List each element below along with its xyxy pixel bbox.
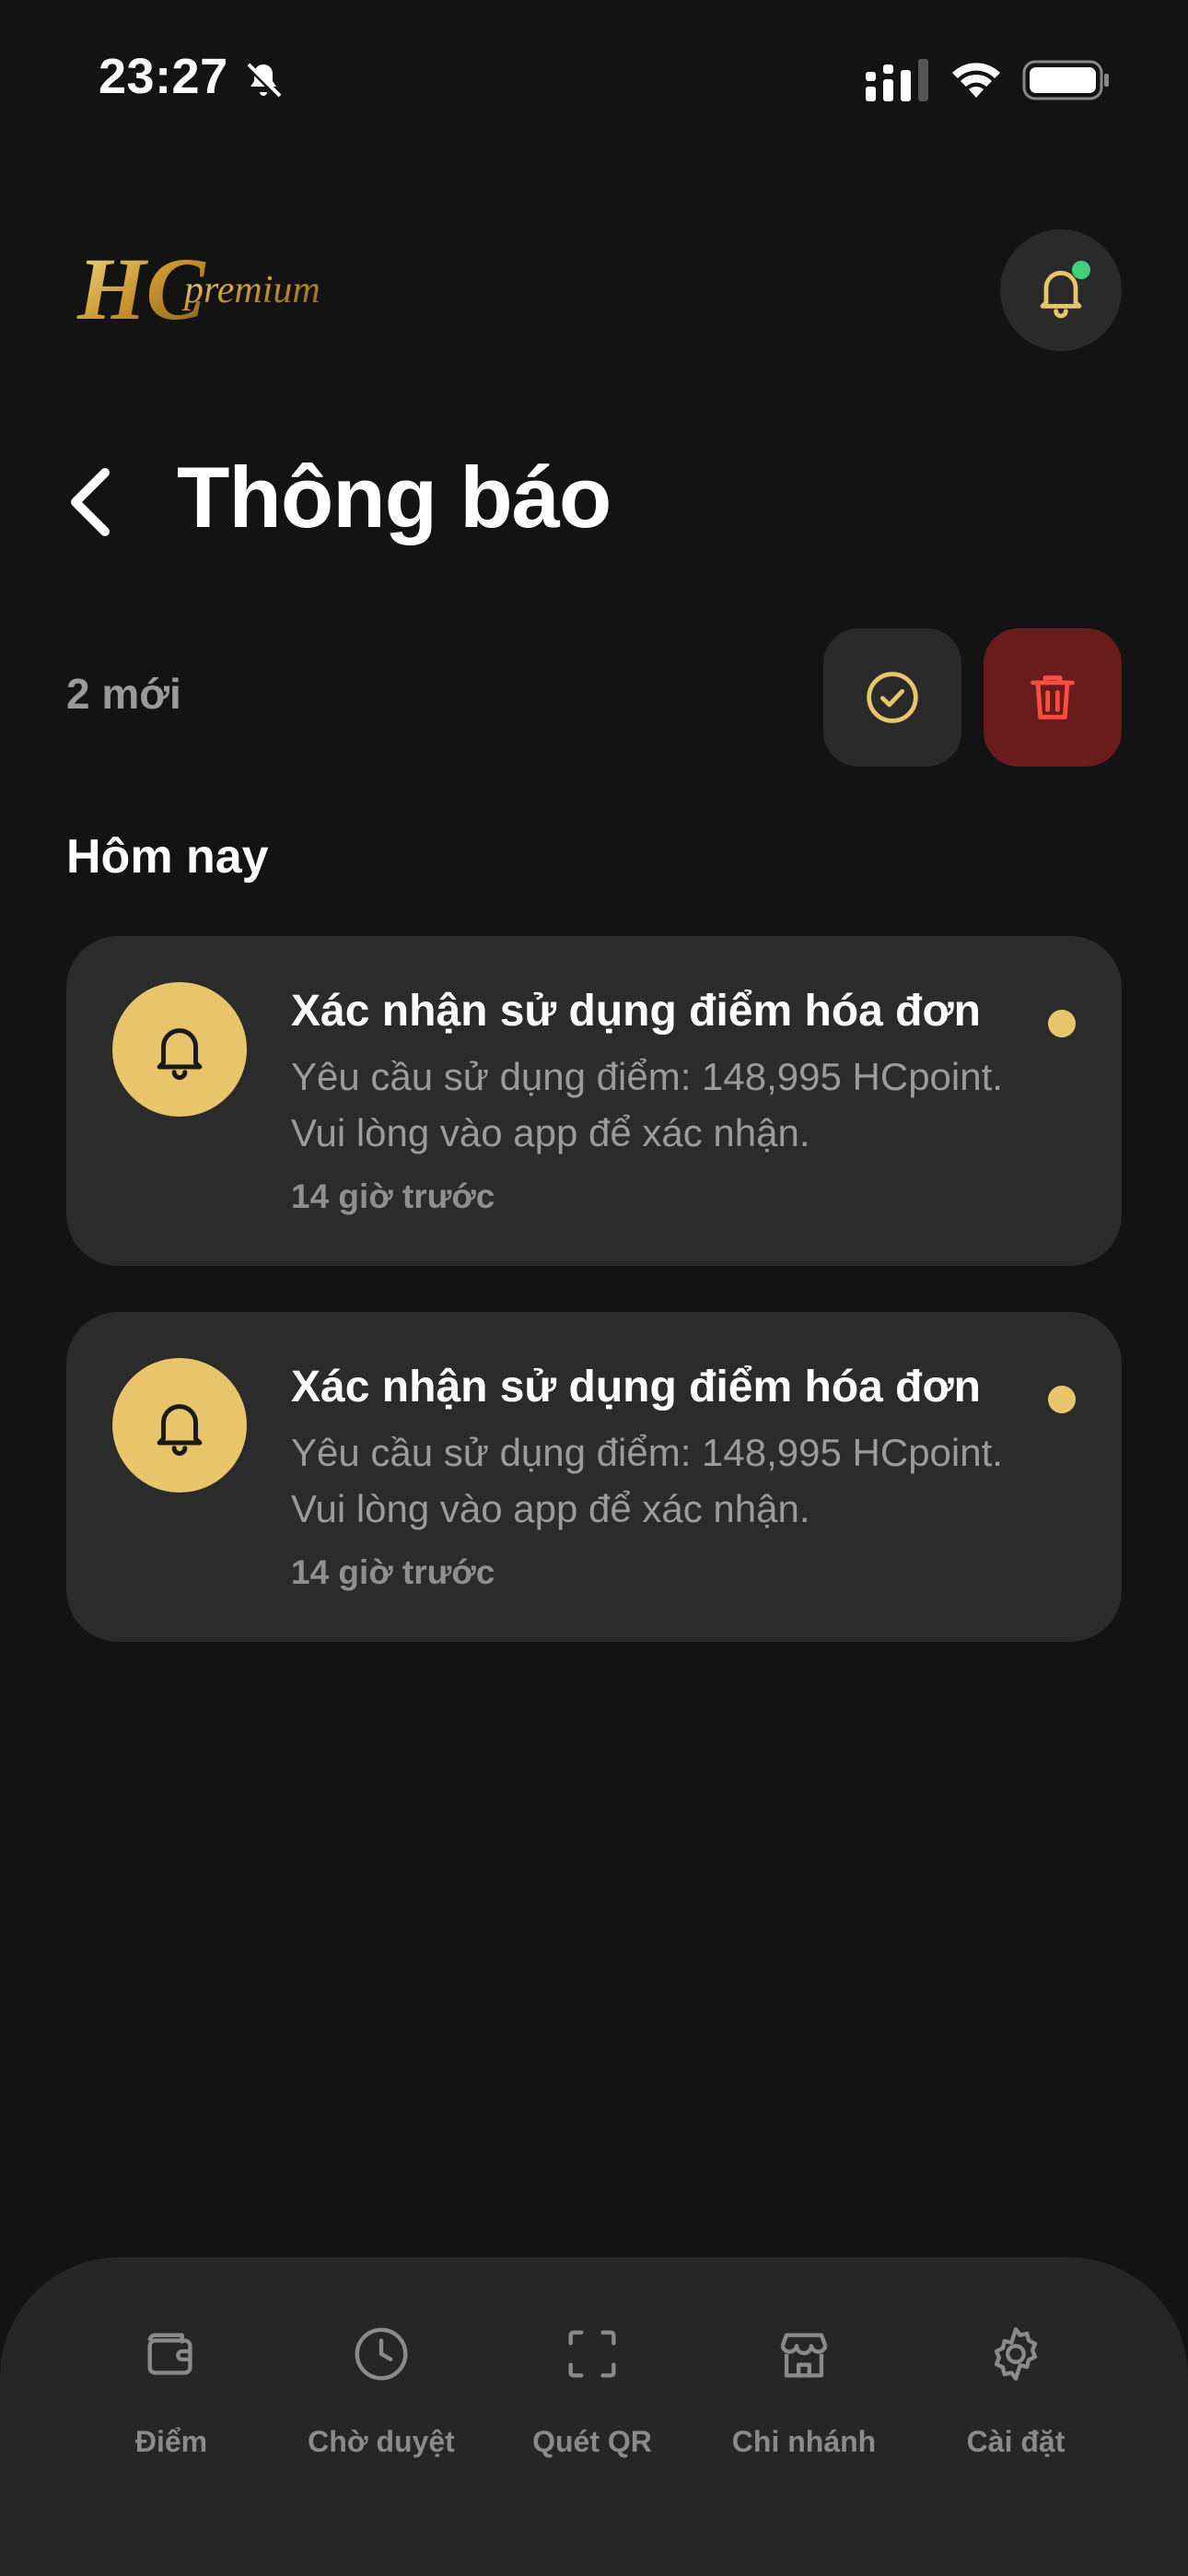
- delete-all-button[interactable]: [984, 628, 1122, 767]
- unread-dot: [1048, 1010, 1076, 1037]
- chevron-left-icon: [71, 468, 110, 536]
- bell-icon: [157, 1028, 203, 1081]
- bell-icon: [157, 1404, 203, 1457]
- status-time: 23:27: [99, 49, 228, 104]
- notification-card[interactable]: Xác nhận sử dụng điểm hóa đơn Yêu cầu sử…: [66, 1312, 1122, 1642]
- notification-title: Xác nhận sử dụng điểm hóa đơn: [291, 987, 981, 1036]
- hc-premium-logo: HC premium: [76, 240, 320, 338]
- nav-label: Chi nhánh: [731, 2425, 877, 2458]
- notification-icon-circle: [112, 1358, 247, 1493]
- nav-label: Quét QR: [532, 2425, 652, 2458]
- mute-bell-icon: [244, 62, 283, 100]
- nav-label: Chờ duyệt: [308, 2425, 455, 2458]
- nav-label: Điểm: [134, 2425, 208, 2458]
- notification-body: Yêu cầu sử dụng điểm: 148,995 HCpoint. V…: [291, 1431, 1003, 1530]
- svg-text:premium: premium: [181, 269, 320, 311]
- nav-item-points[interactable]: Điểm: [65, 2322, 277, 2459]
- notification-icon-circle: [112, 982, 247, 1117]
- unread-dot: [1048, 1386, 1076, 1413]
- scan-icon: [568, 2330, 616, 2378]
- nav-label: Cài đặt: [966, 2425, 1066, 2458]
- wifi-icon: [952, 63, 1000, 98]
- notification-bell-button[interactable]: [1000, 229, 1122, 351]
- trash-icon: [1031, 675, 1075, 720]
- online-indicator-dot: [1072, 261, 1090, 279]
- nav-item-branches[interactable]: Chi nhánh: [698, 2322, 910, 2459]
- new-count-label: 2 mới: [66, 670, 181, 718]
- notification-time: 14 giờ trước: [291, 1553, 495, 1591]
- notification-body: Yêu cầu sử dụng điểm: 148,995 HCpoint. V…: [291, 1055, 1003, 1154]
- nav-item-settings[interactable]: Cài đặt: [910, 2322, 1122, 2459]
- gear-icon: [994, 2326, 1038, 2382]
- wallet-icon: [147, 2333, 192, 2375]
- page-title: Thông báo: [177, 449, 611, 545]
- check-circle-icon: [867, 672, 918, 723]
- battery-icon: [1022, 60, 1109, 100]
- nav-item-scan-qr[interactable]: Quét QR: [486, 2322, 698, 2459]
- notification-title: Xác nhận sử dụng điểm hóa đơn: [291, 1363, 981, 1411]
- store-icon: [780, 2333, 828, 2378]
- bottom-navigation: Điểm Chờ duyệt Quét QR Chi nhánh Cài đặt: [0, 2257, 1188, 2576]
- notification-time: 14 giờ trước: [291, 1177, 495, 1215]
- notification-card[interactable]: Xác nhận sử dụng điểm hóa đơn Yêu cầu sử…: [66, 936, 1122, 1266]
- section-title-today: Hôm nay: [66, 830, 269, 884]
- clock-icon: [355, 2327, 408, 2381]
- back-button[interactable]: [64, 461, 129, 544]
- cellular-signal-icon: [866, 59, 928, 101]
- nav-item-pending[interactable]: Chờ duyệt: [275, 2322, 487, 2459]
- mark-all-read-button[interactable]: [823, 628, 961, 767]
